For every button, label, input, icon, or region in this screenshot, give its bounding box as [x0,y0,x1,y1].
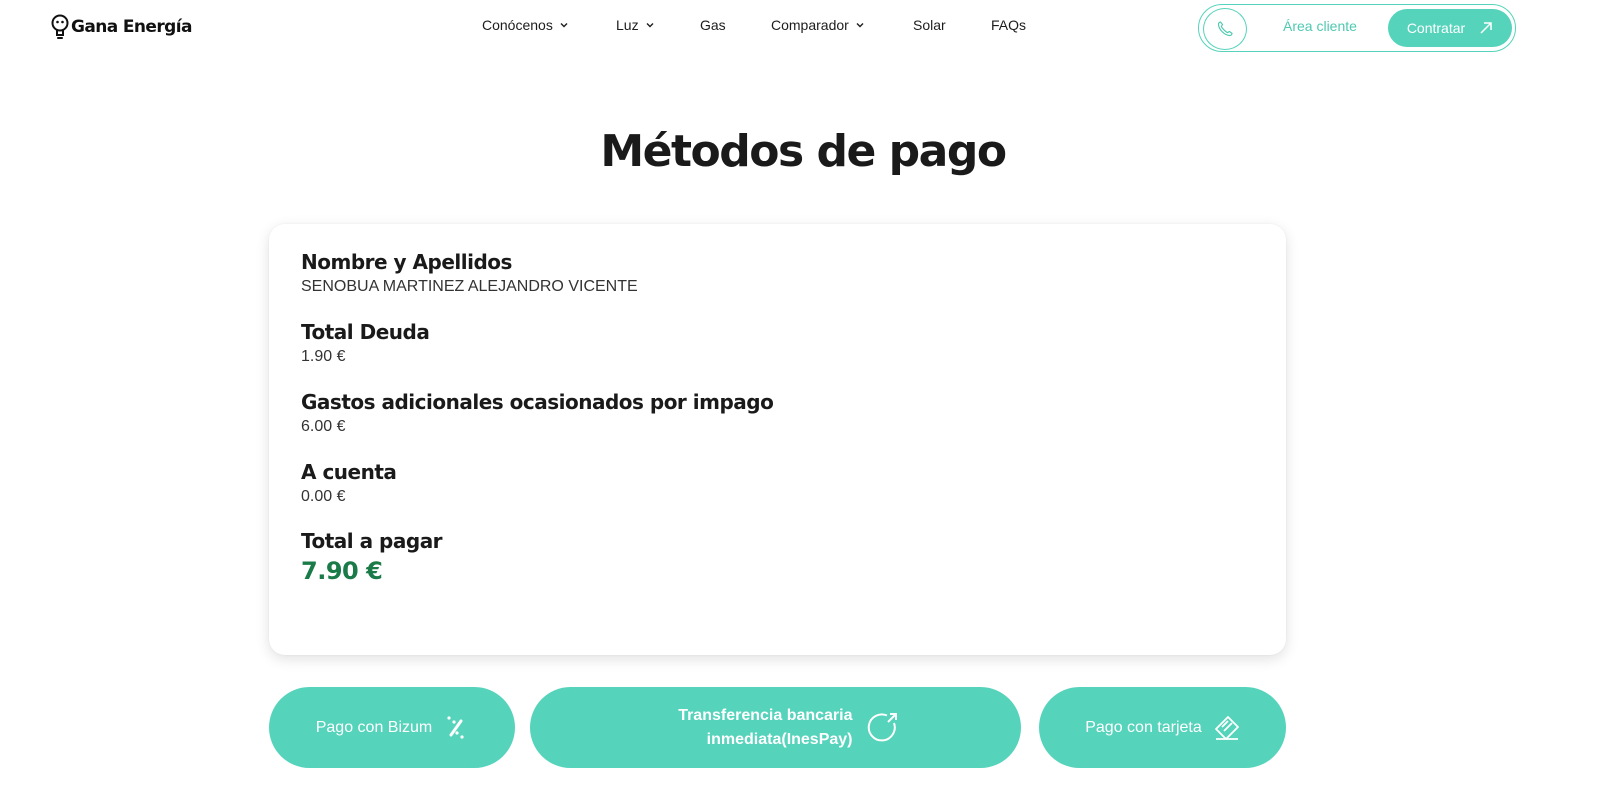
debt-field: Total Deuda 1.90 € [301,320,430,366]
contratar-label: Contratar [1406,20,1466,36]
nav-item-label: Solar [913,17,946,33]
name-field: Nombre y Apellidos SENOBUA MARTINEZ ALEJ… [301,250,638,296]
inespay-transfer-button[interactable]: Transferencia bancaria inmediata(InesPay… [530,687,1021,768]
name-value: SENOBUA MARTINEZ ALEJANDRO VICENTE [301,278,638,295]
refresh-arrow-icon [867,712,897,741]
chevron-down-icon [856,23,864,28]
account-value: 0.00 € [301,488,346,505]
account-label: A cuenta [301,460,397,484]
arrow-up-right-icon [1480,22,1492,34]
name-label: Nombre y Apellidos [301,250,512,274]
contratar-button[interactable]: Contratar [1388,9,1512,47]
total-field: Total a pagar 7.90 € [301,529,443,585]
card-tag-icon [1214,715,1239,740]
payment-summary-card: Nombre y Apellidos SENOBUA MARTINEZ ALEJ… [269,224,1286,655]
debt-label: Total Deuda [301,320,430,344]
transfer-label-line2: inmediata(InesPay) [706,730,853,748]
card-pay-button[interactable]: Pago con tarjeta [1039,687,1286,768]
nav-item-solar[interactable]: Solar [913,17,946,33]
transfer-label-line1: Transferencia bancaria [678,706,853,724]
bizum-pay-label: Pago con Bizum [315,718,433,736]
phone-icon [1217,21,1233,37]
site-header: Gana Energía Conócenos Luz Gas Comparado… [0,0,1606,56]
chevron-down-icon [646,23,654,28]
nav-item-label: Comparador [771,17,849,33]
chevron-down-icon [560,23,568,28]
nav-item-gas[interactable]: Gas [700,17,726,33]
card-pay-label: Pago con tarjeta [1085,718,1202,736]
bizum-pay-button[interactable]: Pago con Bizum [269,687,515,768]
nav-item-luz[interactable]: Luz [616,17,655,33]
total-value: 7.90 € [301,557,383,585]
transfer-label: Transferencia bancaria inmediata(InesPay… [653,704,853,752]
nav-item-faqs[interactable]: FAQs [991,17,1026,33]
page-title: Métodos de pago [600,126,1007,177]
extra-costs-label: Gastos adicionales ocasionados por impag… [301,390,774,414]
total-label: Total a pagar [301,529,443,553]
extra-costs-value: 6.00 € [301,418,346,435]
phone-button[interactable] [1203,8,1247,50]
nav-item-comparador[interactable]: Comparador [771,17,865,33]
nav-item-label: Conócenos [482,17,553,33]
extra-costs-field: Gastos adicionales ocasionados por impag… [301,390,774,436]
nav-item-label: Luz [616,17,639,33]
nav-item-conocenos[interactable]: Conócenos [482,17,569,33]
bizum-icon [447,715,464,739]
account-field: A cuenta 0.00 € [301,460,397,506]
nav-item-label: Gas [700,17,726,33]
area-cliente-link[interactable]: Área cliente [1283,18,1357,34]
debt-value: 1.90 € [301,348,346,365]
nav-item-label: FAQs [991,17,1027,33]
